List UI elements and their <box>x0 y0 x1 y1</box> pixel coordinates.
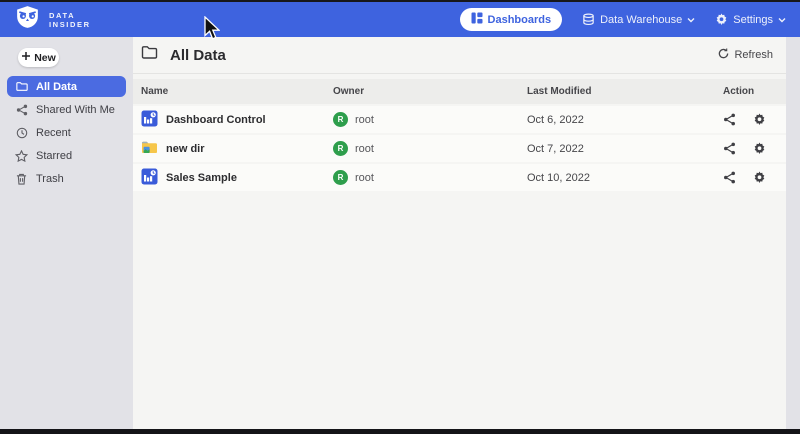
folder-icon <box>15 81 28 92</box>
database-icon <box>582 13 595 26</box>
sidebar-item-trash[interactable]: Trash <box>7 168 126 189</box>
main-panel: All Data Refresh Name Owner Last Modifie… <box>133 37 786 429</box>
refresh-label: Refresh <box>734 49 773 61</box>
last-modified-date: Oct 6, 2022 <box>527 114 723 126</box>
star-icon <box>15 150 28 162</box>
owner-avatar: R <box>333 141 348 156</box>
last-modified-date: Oct 10, 2022 <box>527 172 723 184</box>
file-name: Sales Sample <box>166 172 237 184</box>
app-logo: DATA INSIDER <box>14 5 91 34</box>
window-top-edge <box>0 0 800 2</box>
sidebar-item-label: Recent <box>36 127 71 139</box>
gear-icon <box>715 13 728 26</box>
share-icon[interactable] <box>723 142 736 155</box>
column-header-owner: Owner <box>333 86 527 97</box>
plus-icon <box>21 51 31 64</box>
table-row[interactable]: new dir R root Oct 7, 2022 <box>133 135 786 162</box>
settings-label: Settings <box>733 14 773 26</box>
sidebar-item-label: Starred <box>36 150 72 162</box>
sidebar-item-starred[interactable]: Starred <box>7 145 126 166</box>
sidebar-item-recent[interactable]: Recent <box>7 122 126 143</box>
file-name: new dir <box>166 143 205 155</box>
refresh-button[interactable]: Refresh <box>718 48 773 62</box>
sidebar: New All Data Shared With Me <box>0 37 133 429</box>
sidebar-item-label: Trash <box>36 173 64 185</box>
column-header-last-modified: Last Modified <box>527 86 723 97</box>
share-icon[interactable] <box>723 171 736 184</box>
new-button[interactable]: New <box>18 48 59 67</box>
refresh-icon <box>718 48 729 62</box>
sidebar-item-all-data[interactable]: All Data <box>7 76 126 97</box>
settings-gear-icon[interactable] <box>753 142 766 155</box>
settings-gear-icon[interactable] <box>753 171 766 184</box>
dashboard-file-icon <box>141 110 158 130</box>
sidebar-item-label: All Data <box>36 81 77 93</box>
table-header: Name Owner Last Modified Action <box>133 79 786 104</box>
share-icon[interactable] <box>723 113 736 126</box>
chevron-down-icon <box>778 17 786 23</box>
owner-name: root <box>355 143 374 155</box>
settings-gear-icon[interactable] <box>753 113 766 126</box>
share-icon <box>15 104 28 116</box>
sidebar-nav: All Data Shared With Me Recent <box>0 76 133 189</box>
data-warehouse-label: Data Warehouse <box>600 14 682 26</box>
owner-avatar: R <box>333 112 348 127</box>
folder-icon <box>141 45 158 65</box>
sidebar-item-shared-with-me[interactable]: Shared With Me <box>7 99 126 120</box>
data-warehouse-menu[interactable]: Data Warehouse <box>582 13 695 26</box>
last-modified-date: Oct 7, 2022 <box>527 143 723 155</box>
new-button-label: New <box>34 52 56 64</box>
table-row[interactable]: Sales Sample R root Oct 10, 2022 <box>133 164 786 191</box>
dashboards-label: Dashboards <box>488 14 552 26</box>
dashboards-button[interactable]: Dashboards <box>460 8 563 31</box>
owner-name: root <box>355 172 374 184</box>
dashboard-file-icon <box>141 168 158 188</box>
table-row[interactable]: Dashboard Control R root Oct 6, 2022 <box>133 106 786 133</box>
owner-avatar: R <box>333 170 348 185</box>
window-bottom-edge <box>0 429 800 434</box>
page-title: All Data <box>170 47 226 64</box>
owner-name: root <box>355 114 374 126</box>
sidebar-item-label: Shared With Me <box>36 104 115 116</box>
trash-icon <box>15 173 28 185</box>
file-name: Dashboard Control <box>166 114 266 126</box>
dashboard-icon <box>471 12 483 27</box>
main-header: All Data Refresh <box>133 37 786 74</box>
owl-logo-icon <box>14 5 41 34</box>
app-title: DATA INSIDER <box>49 11 91 29</box>
settings-menu[interactable]: Settings <box>715 13 786 26</box>
clock-icon <box>15 127 28 139</box>
column-header-action: Action <box>723 86 786 97</box>
column-header-name: Name <box>141 86 333 97</box>
chevron-down-icon <box>687 17 695 23</box>
folder-file-icon <box>141 139 158 159</box>
app-bar: DATA INSIDER Dashboards <box>0 2 800 37</box>
